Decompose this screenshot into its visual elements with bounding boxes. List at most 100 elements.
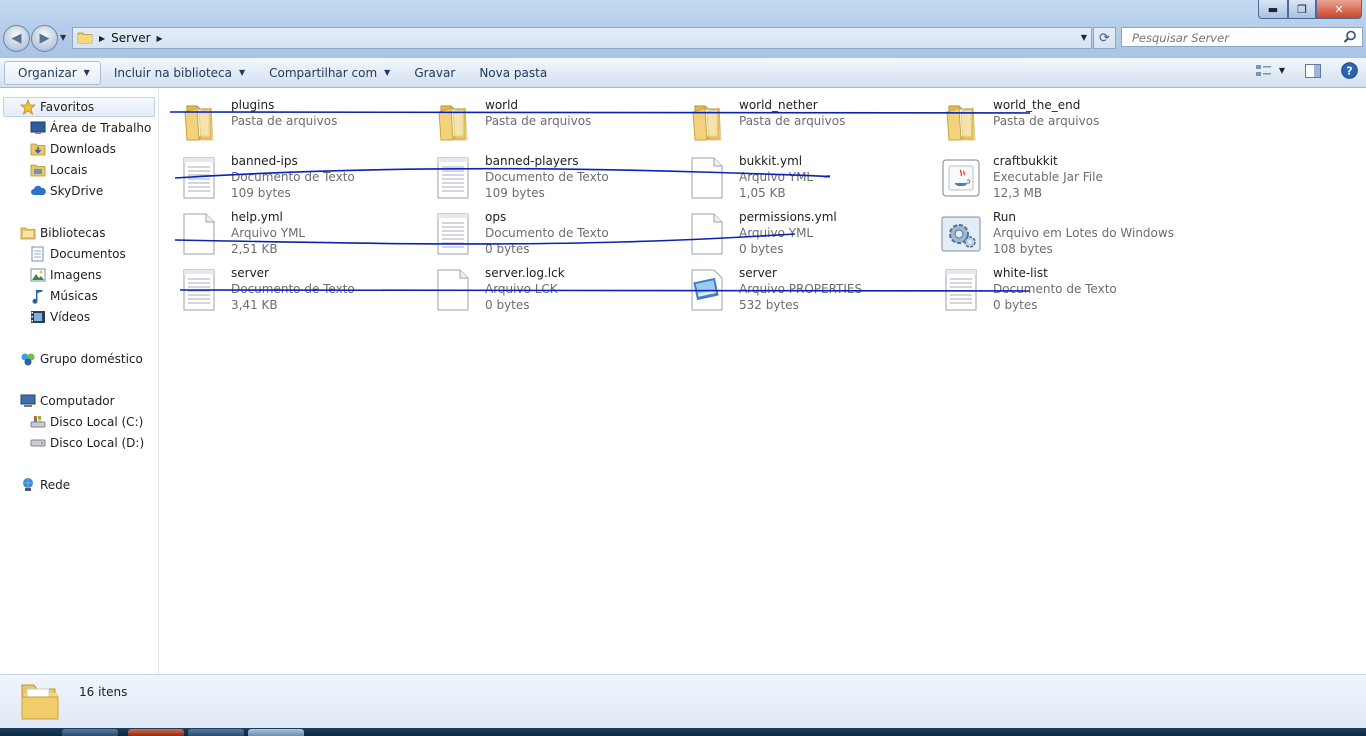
taskbar-button[interactable] <box>188 729 244 736</box>
nav-videos[interactable]: Vídeos <box>29 307 90 327</box>
nav-places[interactable]: Locais <box>29 160 87 180</box>
file-type: Arquivo em Lotes do Windows <box>993 226 1174 240</box>
file-size: 532 bytes <box>739 298 799 312</box>
text-doc-icon <box>177 268 221 312</box>
desktop-icon <box>29 120 47 136</box>
file-name: banned-players <box>485 154 579 168</box>
preview-pane-button[interactable] <box>1305 63 1321 78</box>
file-name: bukkit.yml <box>739 154 803 168</box>
folder-icon <box>939 100 983 144</box>
nav-computer[interactable]: Computador <box>19 391 115 411</box>
nav-favorites[interactable]: Favoritos <box>19 97 94 117</box>
help-button[interactable]: ? <box>1341 62 1358 79</box>
taskbar-button[interactable] <box>128 729 184 736</box>
file-type: Documento de Texto <box>231 170 355 184</box>
text-doc-icon <box>177 156 221 200</box>
file-size: 1,05 KB <box>739 186 786 200</box>
new-folder-label: Nova pasta <box>479 65 548 80</box>
help-icon: ? <box>1341 62 1358 79</box>
libraries-icon <box>19 225 37 241</box>
file-tile[interactable]: server Documento de Texto 3,41 KB <box>159 264 413 316</box>
minimize-button[interactable]: ▬ <box>1258 0 1288 19</box>
nav-libraries[interactable]: Bibliotecas <box>19 223 105 243</box>
search-icon[interactable] <box>1343 30 1357 47</box>
file-name: craftbukkit <box>993 154 1058 168</box>
taskbar-button[interactable] <box>248 729 304 736</box>
file-name: world <box>485 98 519 112</box>
search-input[interactable] <box>1130 29 1344 47</box>
file-tile[interactable]: banned-players Documento de Texto 109 byte… <box>413 152 667 204</box>
file-size: 2,51 KB <box>231 242 278 256</box>
file-type: Pasta de arquivos <box>485 114 592 128</box>
nav-network[interactable]: Rede <box>19 475 70 495</box>
file-tile[interactable]: help.yml Arquivo YML 2,51 KB <box>159 208 413 260</box>
burn-button[interactable]: Gravar <box>405 62 464 84</box>
nav-skydrive[interactable]: SkyDrive <box>29 181 103 201</box>
nav-homegroup-label: Grupo doméstico <box>40 352 143 366</box>
file-tile[interactable]: plugins Pasta de arquivos <box>159 96 413 148</box>
recent-pages-dropdown-icon[interactable]: ▼ <box>60 33 66 42</box>
nav-homegroup[interactable]: Grupo doméstico <box>19 349 143 369</box>
address-bar[interactable]: ▶ Server ▶ ▼ <box>72 27 1092 49</box>
refresh-button[interactable]: ⟳ <box>1093 27 1116 49</box>
share-button[interactable]: Compartilhar com ▼ <box>260 62 399 84</box>
nav-documents[interactable]: Documentos <box>29 244 126 264</box>
toolbar-right: ▼ ? <box>1245 62 1358 79</box>
file-name: ops <box>485 210 507 224</box>
back-button[interactable]: ◀ <box>3 25 30 52</box>
chevron-down-icon: ▼ <box>83 68 90 77</box>
nav-desktop-label: Área de Trabalho <box>50 121 152 135</box>
nav-music-label: Músicas <box>50 289 98 303</box>
nav-downloads[interactable]: Downloads <box>29 139 116 159</box>
file-tile[interactable]: server Arquivo PROPERTIES 532 bytes <box>667 264 921 316</box>
file-name: world_nether <box>739 98 818 112</box>
close-button[interactable]: ✕ <box>1316 0 1362 19</box>
file-tile[interactable]: server.log.lck Arquivo LCK 0 bytes <box>413 264 667 316</box>
svg-text:?: ? <box>1346 65 1352 78</box>
address-dropdown-icon[interactable]: ▼ <box>1081 33 1087 42</box>
file-tile[interactable]: world Pasta de arquivos <box>413 96 667 148</box>
file-tile[interactable]: craftbukkit Executable Jar File 12,3 MB <box>921 152 1175 204</box>
file-tile[interactable]: permissions.yml Arquivo YML 0 bytes <box>667 208 921 260</box>
file-size: 0 bytes <box>485 298 530 312</box>
file-tile[interactable]: world_nether Pasta de arquivos <box>667 96 921 148</box>
taskbar <box>0 728 1366 736</box>
nav-disk-d[interactable]: Disco Local (D:) <box>29 433 144 453</box>
file-name: server.log.lck <box>485 266 565 280</box>
breadcrumb-chevron-icon[interactable]: ▶ <box>157 34 163 43</box>
nav-skydrive-label: SkyDrive <box>50 184 104 198</box>
file-tile[interactable]: Run Arquivo em Lotes do Windows 108 bytes <box>921 208 1175 260</box>
file-tile[interactable]: bukkit.yml Arquivo YML 1,05 KB <box>667 152 921 204</box>
details-pane: 16 itens <box>0 674 1366 729</box>
nav-music[interactable]: Músicas <box>29 286 98 306</box>
file-name: plugins <box>231 98 275 112</box>
breadcrumb-chevron-icon[interactable]: ▶ <box>99 34 105 43</box>
include-library-button[interactable]: Incluir na biblioteca ▼ <box>105 62 254 84</box>
file-tile[interactable]: world_the_end Pasta de arquivos <box>921 96 1175 148</box>
nav-desktop[interactable]: Área de Trabalho <box>29 118 151 138</box>
folder-icon <box>18 681 62 726</box>
maximize-button[interactable]: ❐ <box>1288 0 1316 19</box>
nav-disk-c[interactable]: Disco Local (C:) <box>29 412 143 432</box>
new-folder-button[interactable]: Nova pasta <box>470 62 556 84</box>
organize-button[interactable]: Organizar ▼ <box>4 60 101 85</box>
view-options-button[interactable]: ▼ <box>1255 64 1285 78</box>
file-tile[interactable]: ops Documento de Texto 0 bytes <box>413 208 667 260</box>
file-tile[interactable]: banned-ips Documento de Texto 109 bytes <box>159 152 413 204</box>
include-label: Incluir na biblioteca <box>113 65 232 80</box>
forward-button[interactable]: ▶ <box>31 25 58 52</box>
file-size: 109 bytes <box>231 186 291 200</box>
taskbar-button[interactable] <box>62 729 118 736</box>
file-name: world_the_end <box>993 98 1081 112</box>
breadcrumb-server[interactable]: Server <box>111 31 150 45</box>
search-box[interactable] <box>1121 27 1363 47</box>
command-bar: Organizar ▼ Incluir na biblioteca ▼ Compar… <box>0 58 1366 88</box>
folder-icon <box>177 100 221 144</box>
network-icon <box>19 477 37 493</box>
refresh-icon: ⟳ <box>1099 30 1110 46</box>
nav-favorites-label: Favoritos <box>40 100 95 114</box>
nav-images[interactable]: Imagens <box>29 265 101 285</box>
nav-videos-label: Vídeos <box>50 310 91 324</box>
file-tile[interactable]: white-list Documento de Texto 0 bytes <box>921 264 1175 316</box>
file-size: 0 bytes <box>993 298 1038 312</box>
